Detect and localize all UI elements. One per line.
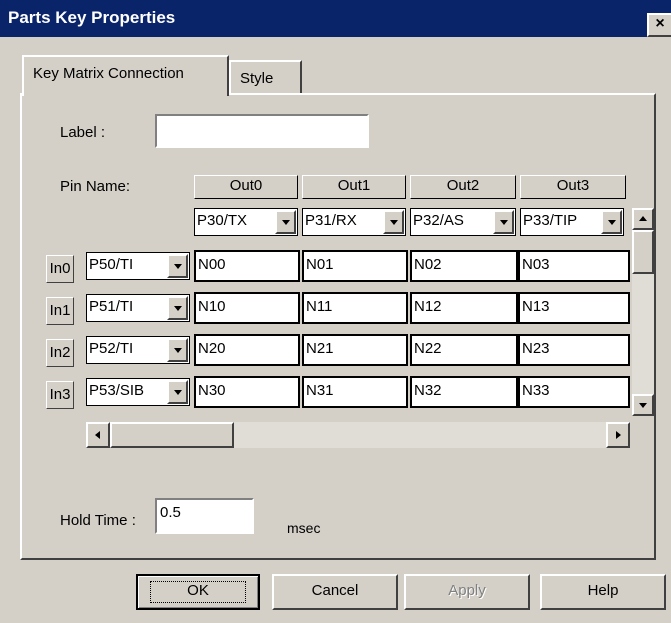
out1-pin-value: P31/RX [305,212,357,229]
matrix-cell-n12[interactable]: N12 [410,292,518,324]
vertical-scroll-thumb[interactable] [632,230,654,274]
in0-pin-dropdown-button[interactable] [167,254,188,278]
out1-header: Out1 [302,175,406,199]
out1-pin-dropdown-button[interactable] [383,210,404,234]
scroll-down-button[interactable] [632,394,654,416]
chevron-down-icon [608,220,616,225]
in2-row-label: In2 [46,339,74,367]
out0-header: Out0 [194,175,298,199]
hold-time-caption: Hold Time : [60,512,136,529]
out3-pin-dropdown-button[interactable] [601,210,622,234]
label-caption: Label : [60,124,106,141]
arrow-down-icon [639,403,647,408]
pin-name-caption: Pin Name: [60,178,131,195]
scroll-right-button[interactable] [606,422,630,448]
out2-pin-dropdown-button[interactable] [493,210,514,234]
chevron-down-icon [174,348,182,353]
matrix-cell-n33[interactable]: N33 [518,376,630,408]
in3-row-label: In3 [46,381,74,409]
matrix-cell-n31[interactable]: N31 [302,376,408,408]
panel-content: Label : Pin Name: Out0 Out1 Out2 Out3 P3… [0,0,671,623]
chevron-down-icon [174,264,182,269]
chevron-down-icon [500,220,508,225]
in0-row-label: In0 [46,255,74,283]
in0-pin-value: P50/TI [89,256,134,273]
hold-time-unit: msec [287,520,321,536]
matrix-cell-n00[interactable]: N00 [194,250,300,282]
matrix-cell-n13[interactable]: N13 [518,292,630,324]
out2-header: Out2 [410,175,516,199]
out1-pin-select[interactable]: P31/RX [302,208,406,236]
in1-pin-dropdown-button[interactable] [167,296,188,320]
matrix-cell-n21[interactable]: N21 [302,334,408,366]
chevron-down-icon [282,220,290,225]
arrow-right-icon [616,431,621,439]
in2-pin-select[interactable]: P52/TI [86,336,190,364]
matrix-cell-n10[interactable]: N10 [194,292,300,324]
out2-pin-value: P32/AS [413,212,464,229]
matrix-cell-n11[interactable]: N11 [302,292,408,324]
arrow-up-icon [639,216,647,221]
parts-key-properties-dialog: Parts Key Properties × Key Matrix Connec… [0,0,671,623]
out3-header: Out3 [520,175,626,199]
in1-pin-value: P51/TI [89,298,134,315]
out0-pin-dropdown-button[interactable] [275,210,296,234]
out3-pin-select[interactable]: P33/TIP [520,208,624,236]
in1-row-label: In1 [46,297,74,325]
scroll-left-button[interactable] [86,422,110,448]
scroll-up-button[interactable] [632,208,654,230]
matrix-cell-n23[interactable]: N23 [518,334,630,366]
matrix-cell-n30[interactable]: N30 [194,376,300,408]
in3-pin-value: P53/SIB [89,382,145,399]
in1-pin-select[interactable]: P51/TI [86,294,190,322]
hold-time-input[interactable]: 0.5 [155,498,254,534]
label-input[interactable] [155,114,369,148]
in0-pin-select[interactable]: P50/TI [86,252,190,280]
matrix-cell-n22[interactable]: N22 [410,334,518,366]
chevron-down-icon [390,220,398,225]
matrix-cell-n02[interactable]: N02 [410,250,518,282]
matrix-cell-n20[interactable]: N20 [194,334,300,366]
out2-pin-select[interactable]: P32/AS [410,208,516,236]
out3-pin-value: P33/TIP [523,212,578,229]
chevron-down-icon [174,390,182,395]
matrix-cell-n32[interactable]: N32 [410,376,518,408]
arrow-left-icon [95,431,100,439]
in3-pin-dropdown-button[interactable] [167,380,188,404]
chevron-down-icon [174,306,182,311]
out0-pin-select[interactable]: P30/TX [194,208,298,236]
in2-pin-value: P52/TI [89,340,134,357]
horizontal-scroll-thumb[interactable] [110,422,234,448]
hold-time-value: 0.5 [160,504,181,521]
matrix-cell-n01[interactable]: N01 [302,250,408,282]
in2-pin-dropdown-button[interactable] [167,338,188,362]
in3-pin-select[interactable]: P53/SIB [86,378,190,406]
matrix-cell-n03[interactable]: N03 [518,250,630,282]
out0-pin-value: P30/TX [197,212,248,229]
